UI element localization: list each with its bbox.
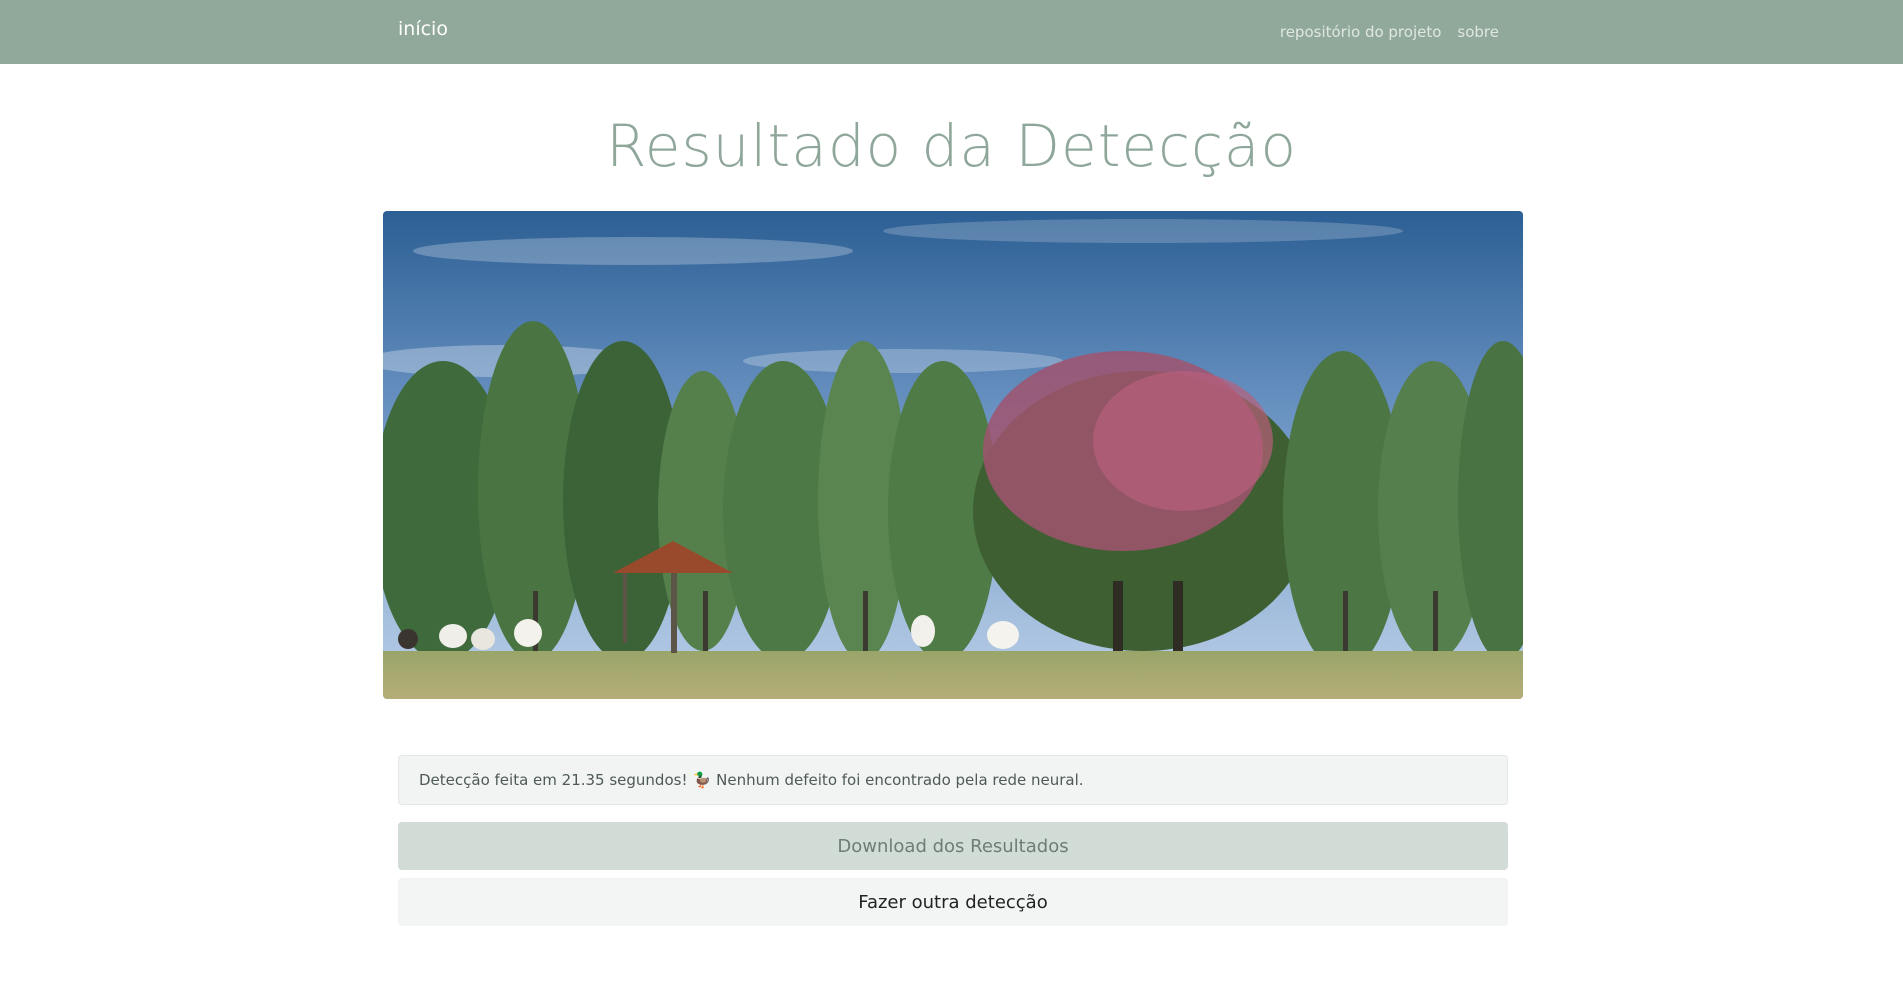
home-link[interactable]: início [398, 18, 448, 40]
detection-time-text: Detecção feita em 21.35 segundos! [419, 771, 688, 789]
project-repository-link[interactable]: repositório do projeto [1280, 23, 1442, 41]
detection-result-image [383, 211, 1523, 699]
detection-status-alert: Detecção feita em 21.35 segundos! 🦆 Nenh… [398, 755, 1508, 805]
navbar: início repositório do projeto sobre [0, 0, 1903, 64]
download-results-button[interactable]: Download dos Resultados [398, 822, 1508, 870]
detection-result-text: Nenhum defeito foi encontrado pela rede … [716, 771, 1084, 789]
nav-links: repositório do projeto sobre [1280, 23, 1499, 41]
about-link[interactable]: sobre [1457, 23, 1499, 41]
duck-icon: 🦆 [692, 771, 712, 789]
page-title: Resultado da Detecção [606, 112, 1297, 180]
new-detection-button[interactable]: Fazer outra detecção [398, 878, 1508, 926]
